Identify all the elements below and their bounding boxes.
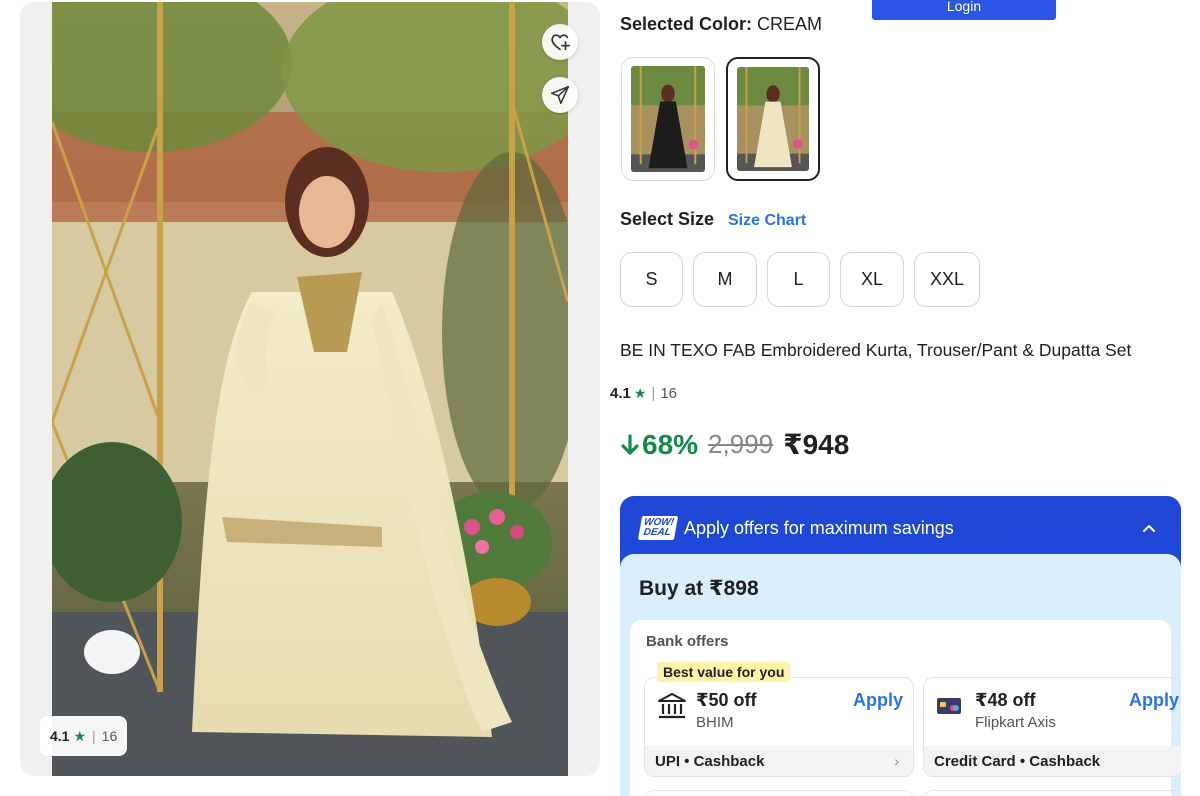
bank-offers-title: Bank offers: [646, 633, 729, 650]
wishlist-button[interactable]: [542, 24, 578, 60]
offer-bank-name: Flipkart Axis: [975, 714, 1056, 731]
size-chart-link[interactable]: Size Chart: [728, 212, 806, 230]
next-offer-card[interactable]: [644, 790, 914, 796]
wow-deal-badge: WOW! DEAL: [637, 516, 679, 540]
star-icon: ★: [633, 385, 647, 401]
size-option-xxl[interactable]: XXL: [914, 252, 980, 307]
offer-card-bhim[interactable]: ₹50 off BHIM Apply UPI • Cashback ›: [644, 677, 914, 777]
color-swatch-black[interactable]: [621, 57, 715, 181]
rating-count: 16: [101, 728, 118, 744]
price-row: 68% 2,999 ₹948: [620, 428, 849, 461]
offers-body: Buy at ₹898 Bank offers ₹50 off BHIM App…: [620, 554, 1181, 796]
chevron-right-icon[interactable]: ›: [894, 753, 899, 769]
offer-card-flipkart-axis[interactable]: ₹48 off Flipkart Axis Apply Credit Card …: [923, 677, 1181, 777]
best-value-badge: Best value for you: [657, 662, 791, 682]
size-option-l[interactable]: L: [767, 252, 830, 307]
offer-type: UPI • Cashback: [655, 752, 765, 770]
product-rating[interactable]: 4.1 ★ | 16: [610, 385, 677, 402]
buy-at-price: Buy at ₹898: [639, 577, 759, 600]
offer-footer: UPI • Cashback ›: [645, 746, 913, 776]
offers-header[interactable]: WOW! DEAL Apply offers for maximum savin…: [620, 510, 1181, 546]
size-option-xl[interactable]: XL: [840, 252, 904, 307]
selected-color-label: Selected Color:: [620, 14, 753, 34]
offers-header-text: Apply offers for maximum savings: [684, 517, 954, 538]
heart-plus-icon: [551, 34, 570, 51]
star-icon: ★: [73, 727, 87, 744]
offers-panel: WOW! DEAL Apply offers for maximum savin…: [620, 496, 1181, 796]
offer-bank-name: BHIM: [696, 714, 734, 731]
wow-deal-line2: DEAL: [642, 527, 672, 538]
product-title: BE IN TEXO FAB Embroidered Kurta, Trouse…: [620, 340, 1132, 360]
product-main-image[interactable]: [52, 2, 568, 776]
selling-price: ₹948: [783, 429, 850, 460]
bank-offers-card: Bank offers ₹50 off BHIM Apply UPI • Cas…: [630, 620, 1181, 796]
offer-amount: ₹48 off: [975, 690, 1036, 710]
share-button[interactable]: [542, 77, 578, 113]
next-offer-card[interactable]: [923, 790, 1181, 796]
product-image-gallery: 4.1 ★ | 16: [20, 2, 600, 776]
offer-amount: ₹50 off: [696, 690, 757, 710]
discount-percent: 68%: [642, 428, 699, 460]
chevron-up-icon[interactable]: [1139, 518, 1159, 538]
discount: 68%: [620, 429, 698, 461]
login-button[interactable]: Login: [872, 0, 1056, 20]
down-arrow-icon: [621, 433, 639, 455]
share-icon: [550, 85, 570, 105]
image-rating-badge: 4.1 ★ | 16: [40, 716, 128, 756]
rating-value: 4.1: [50, 728, 70, 744]
rating-count: 16: [660, 385, 678, 402]
apply-button[interactable]: Apply: [1129, 690, 1179, 711]
offer-type: Credit Card • Cashback: [934, 752, 1101, 770]
credit-card-icon: [937, 698, 961, 714]
original-price: 2,999: [708, 429, 774, 459]
size-option-s[interactable]: S: [620, 252, 683, 307]
rating-divider: |: [651, 385, 656, 402]
swatch-black-thumbnail: [631, 66, 705, 172]
offer-footer: Credit Card • Cashback: [924, 746, 1181, 776]
product-photo-illustration: [52, 2, 568, 776]
rating-value: 4.1: [610, 385, 631, 402]
select-size-label: Select Size: [620, 209, 715, 229]
size-option-m[interactable]: M: [693, 252, 757, 307]
apply-button[interactable]: Apply: [853, 690, 903, 711]
bank-icon: [658, 693, 686, 719]
selected-color-value: CREAM: [757, 14, 823, 34]
color-swatch-cream[interactable]: [726, 57, 820, 181]
selected-color: Selected Color: CREAM: [620, 14, 822, 35]
rating-divider: |: [92, 728, 96, 744]
swatch-cream-thumbnail: [737, 67, 809, 171]
